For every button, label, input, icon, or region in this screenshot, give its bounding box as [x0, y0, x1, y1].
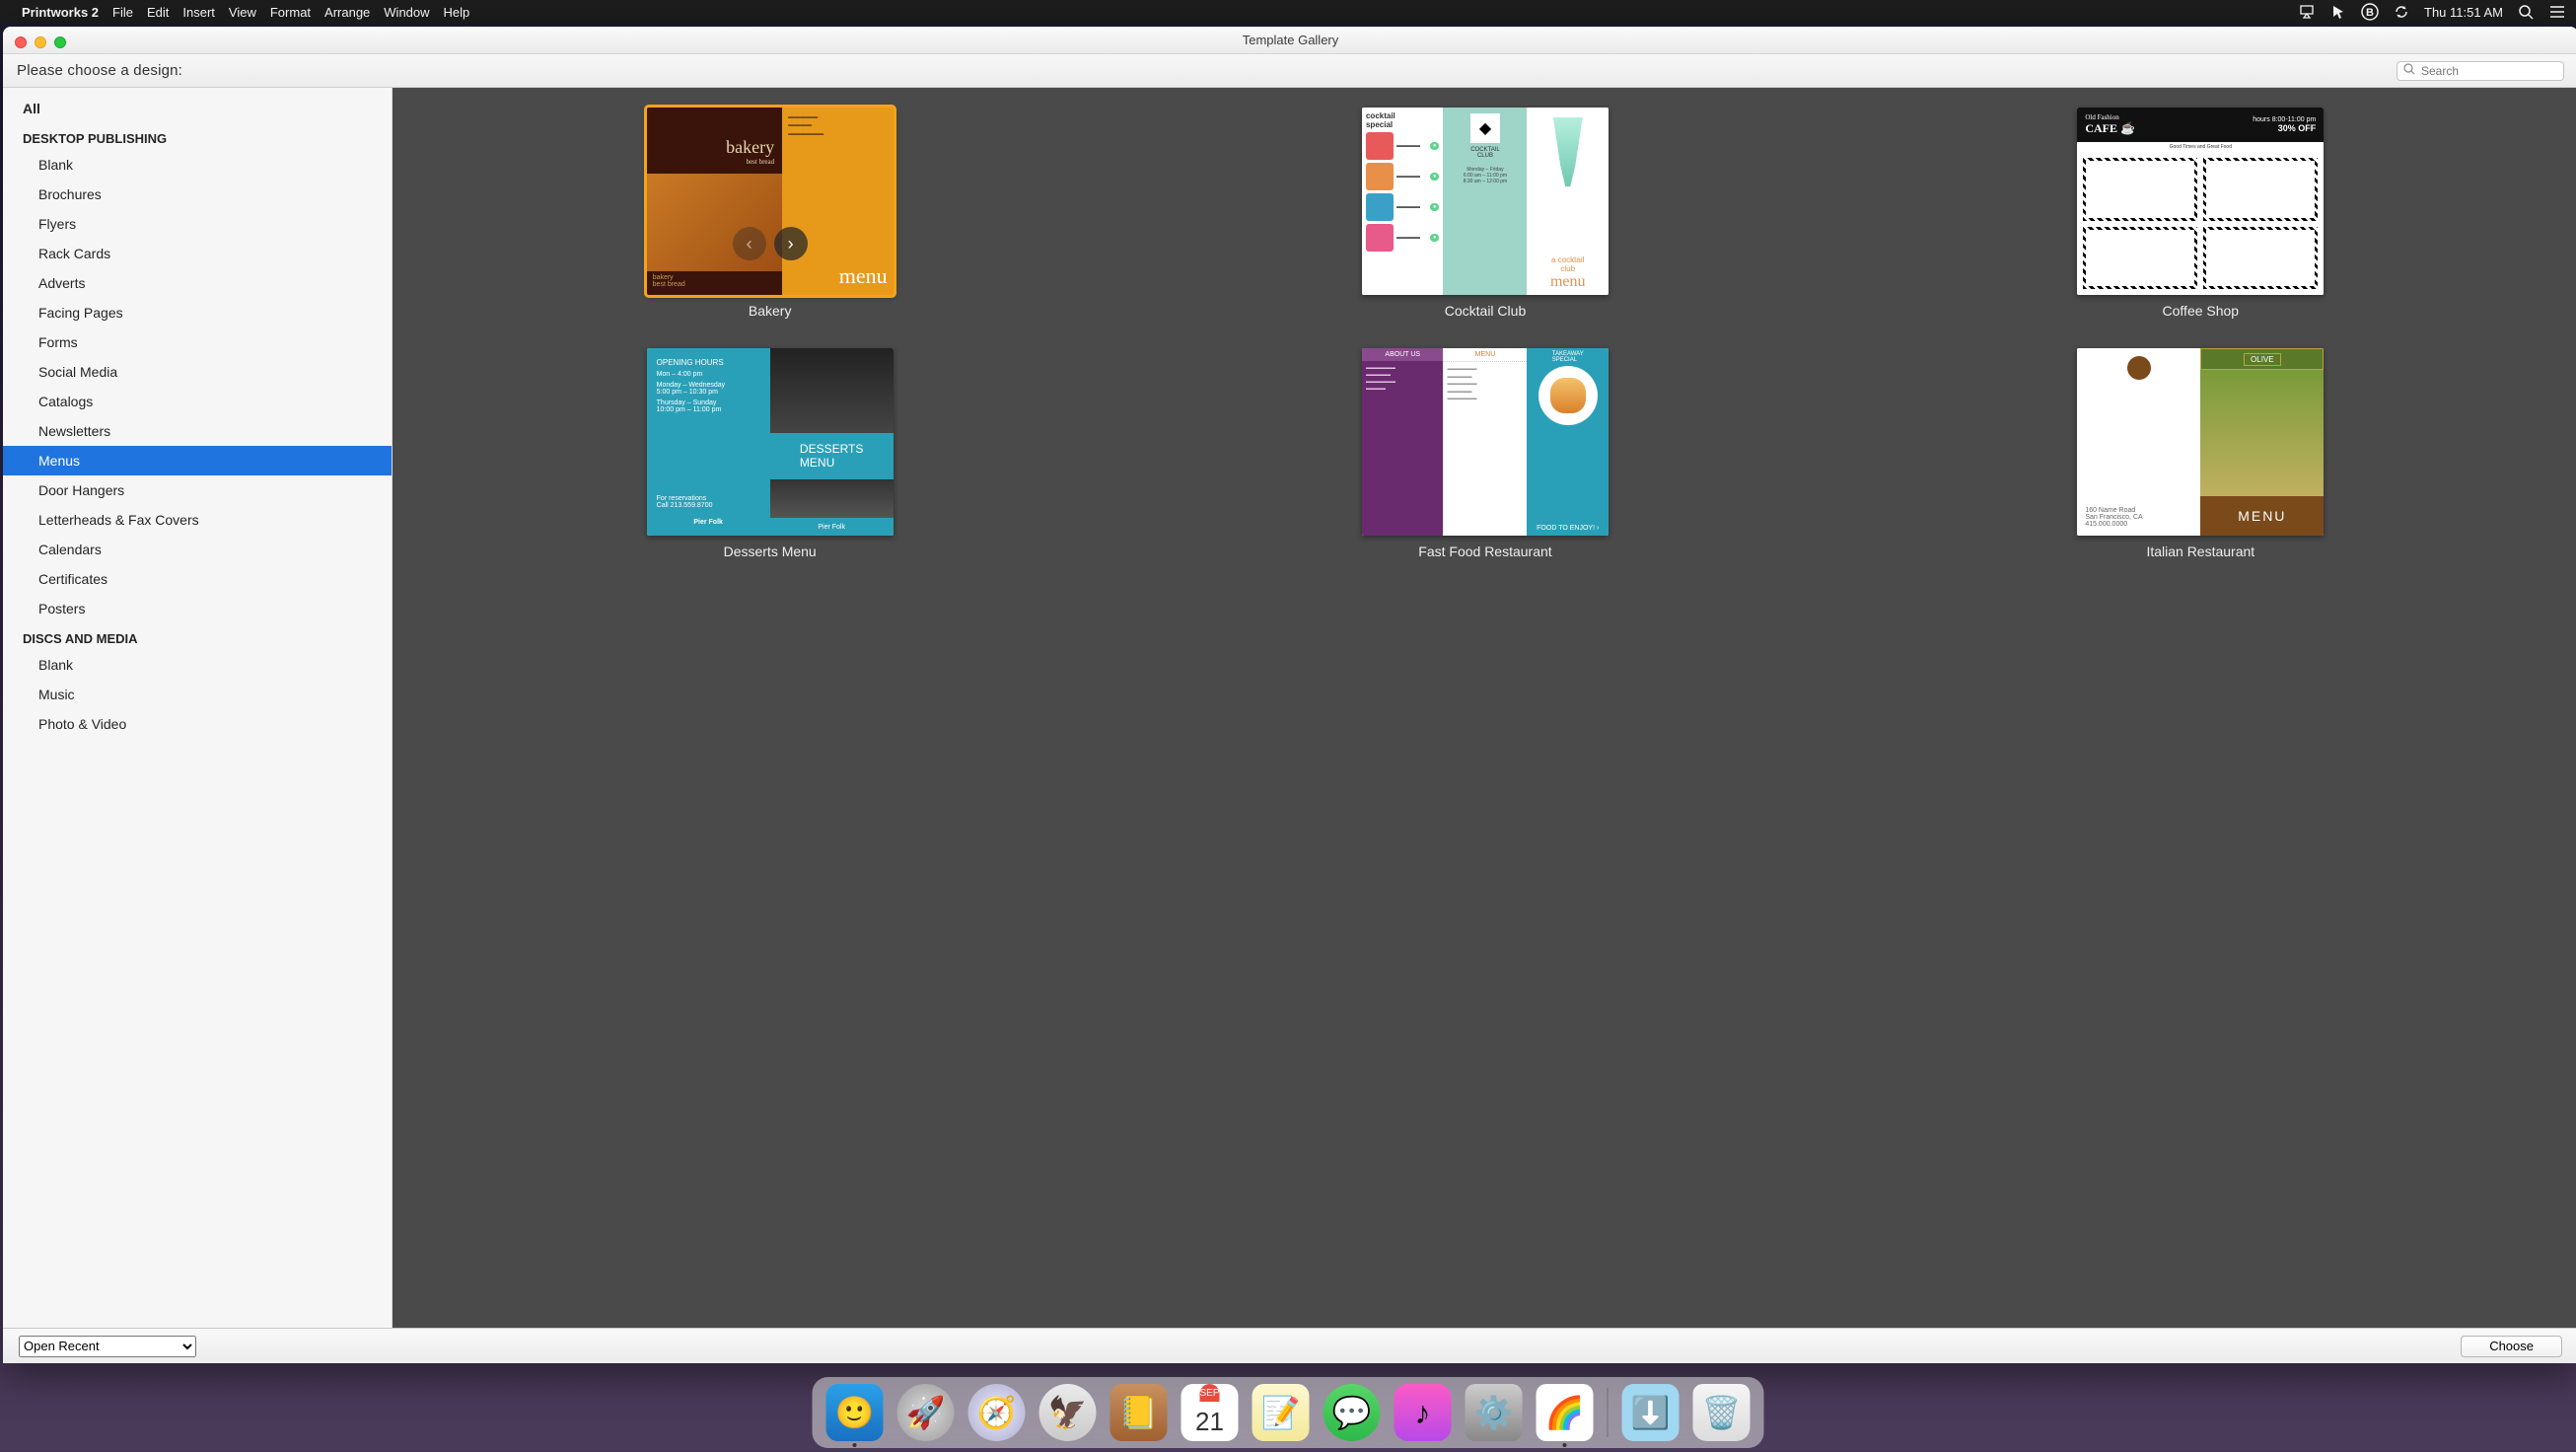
- sidebar-item-forms[interactable]: Forms: [3, 327, 392, 357]
- dock-preferences-icon[interactable]: ⚙️: [1466, 1384, 1523, 1441]
- template-label: Italian Restaurant: [2146, 544, 2254, 559]
- dock-trash-icon[interactable]: 🗑️: [1693, 1384, 1751, 1441]
- menubar-edit[interactable]: Edit: [147, 5, 169, 20]
- dock-contacts-icon[interactable]: 📒: [1110, 1384, 1168, 1441]
- dock-itunes-icon[interactable]: ♪: [1395, 1384, 1452, 1441]
- template-gallery-window: Template Gallery Please choose a design:…: [3, 27, 2576, 1363]
- template-card-desserts-menu[interactable]: OPENING HOURS Mon – 4:00 pm Monday – Wed…: [432, 348, 1108, 559]
- sidebar-item-catalogs[interactable]: Catalogs: [3, 387, 392, 416]
- template-label: Bakery: [749, 303, 792, 319]
- calendar-day: 21: [1195, 1402, 1224, 1441]
- menubar-file[interactable]: File: [112, 5, 133, 20]
- menubar-clock[interactable]: Thu 11:51 AM: [2424, 5, 2503, 20]
- sidebar-item-social-media[interactable]: Social Media: [3, 357, 392, 387]
- template-thumbnail[interactable]: 160 Name RoadSan Francisco, CA415.000.00…: [2077, 348, 2324, 536]
- template-thumbnail[interactable]: ABOUT US ▬▬▬▬▬▬▬▬▬▬▬▬▬▬▬▬▬▬▬▬▬ MENU ▬▬▬▬…: [1362, 348, 1609, 536]
- sidebar-header: DISCS AND MEDIA: [3, 623, 392, 650]
- open-recent-dropdown[interactable]: Open Recent: [19, 1336, 196, 1357]
- prev-page-button[interactable]: ‹: [733, 227, 766, 260]
- sidebar-item-facing-pages[interactable]: Facing Pages: [3, 298, 392, 327]
- next-page-button[interactable]: ›: [774, 227, 808, 260]
- menubar: Printworks 2 File Edit Insert View Forma…: [0, 0, 2576, 24]
- template-card-italian[interactable]: 160 Name RoadSan Francisco, CA415.000.00…: [1863, 348, 2539, 559]
- sidebar-header: DESKTOP PUBLISHING: [3, 123, 392, 150]
- spotlight-icon[interactable]: [2517, 3, 2535, 21]
- airplay-icon[interactable]: [2298, 3, 2316, 21]
- window-title-text: Template Gallery: [1243, 33, 1339, 47]
- menubar-help[interactable]: Help: [444, 5, 470, 20]
- template-label: Fast Food Restaurant: [1418, 544, 1551, 559]
- dock-pinwheel-icon[interactable]: 🌈: [1537, 1384, 1594, 1441]
- menubar-view[interactable]: View: [229, 5, 256, 20]
- menubar-app-name[interactable]: Printworks 2: [22, 5, 99, 20]
- dock: 🙂 🚀 🧭 🦅 📒 SEP21 📝 💬 ♪ ⚙️ 🌈 ⬇️ 🗑️: [813, 1377, 1764, 1448]
- toolbar: Please choose a design:: [3, 54, 2576, 88]
- template-card-coffee-shop[interactable]: Old FashionCAFE ☕ hours 8:00-11:00 pm30%…: [1863, 108, 2539, 319]
- dock-downloads-icon[interactable]: ⬇️: [1622, 1384, 1680, 1441]
- svg-text:B: B: [2366, 7, 2374, 19]
- template-thumbnail[interactable]: bakerybest bread bakerybest bread ▬▬▬▬▬▬…: [647, 108, 894, 295]
- menubar-insert[interactable]: Insert: [182, 5, 215, 20]
- calendar-month: SEP: [1199, 1384, 1219, 1402]
- template-gallery[interactable]: bakerybest bread bakerybest bread ▬▬▬▬▬▬…: [393, 88, 2576, 1328]
- window-title: Template Gallery: [3, 27, 2576, 54]
- template-card-fast-food[interactable]: ABOUT US ▬▬▬▬▬▬▬▬▬▬▬▬▬▬▬▬▬▬▬▬▬ MENU ▬▬▬▬…: [1147, 348, 1823, 559]
- dock-calendar-icon[interactable]: SEP21: [1181, 1384, 1239, 1441]
- template-thumbnail[interactable]: cocktailspecial ▬▬▬▬● ▬▬▬▬● ▬▬▬▬● ▬▬▬▬● …: [1362, 108, 1609, 295]
- window-footer: Open Recent Choose: [3, 1328, 2576, 1363]
- cursor-icon[interactable]: [2329, 3, 2347, 21]
- sidebar-item-music[interactable]: Music: [3, 680, 392, 709]
- template-label: Desserts Menu: [724, 544, 817, 559]
- sidebar-item-calendars[interactable]: Calendars: [3, 535, 392, 564]
- sync-icon[interactable]: [2393, 3, 2410, 21]
- dock-launchpad-icon[interactable]: 🚀: [897, 1384, 955, 1441]
- window-minimize-button[interactable]: [35, 36, 46, 48]
- sidebar-item-certificates[interactable]: Certificates: [3, 564, 392, 594]
- sidebar-item-rack-cards[interactable]: Rack Cards: [3, 239, 392, 268]
- sidebar-item-blank[interactable]: Blank: [3, 650, 392, 680]
- sidebar-item-posters[interactable]: Posters: [3, 594, 392, 623]
- dock-safari-icon[interactable]: 🧭: [968, 1384, 1026, 1441]
- sidebar-item-brochures[interactable]: Brochures: [3, 180, 392, 209]
- sidebar-item-door-hangers[interactable]: Door Hangers: [3, 475, 392, 505]
- menubar-window[interactable]: Window: [384, 5, 429, 20]
- dock-separator: [1608, 1388, 1609, 1437]
- sidebar-item-photo-video[interactable]: Photo & Video: [3, 709, 392, 739]
- dock-finder-icon[interactable]: 🙂: [826, 1384, 884, 1441]
- sidebar-item-letterheads-fax-covers[interactable]: Letterheads & Fax Covers: [3, 505, 392, 535]
- template-label: Coffee Shop: [2163, 303, 2240, 319]
- template-thumbnail[interactable]: Old FashionCAFE ☕ hours 8:00-11:00 pm30%…: [2077, 108, 2324, 295]
- sidebar-item-menus[interactable]: Menus: [3, 446, 392, 475]
- search-icon: [2403, 62, 2415, 80]
- template-thumbnail[interactable]: OPENING HOURS Mon – 4:00 pm Monday – Wed…: [647, 348, 894, 536]
- category-sidebar: AllDESKTOP PUBLISHINGBlankBrochuresFlyer…: [3, 88, 393, 1328]
- menu-list-icon[interactable]: [2548, 3, 2566, 21]
- sidebar-item-flyers[interactable]: Flyers: [3, 209, 392, 239]
- window-zoom-button[interactable]: [54, 36, 66, 48]
- choose-button[interactable]: Choose: [2461, 1336, 2562, 1357]
- status-b-icon[interactable]: B: [2361, 3, 2379, 21]
- template-card-bakery[interactable]: bakerybest bread bakerybest bread ▬▬▬▬▬▬…: [432, 108, 1108, 319]
- sidebar-item-adverts[interactable]: Adverts: [3, 268, 392, 298]
- design-prompt: Please choose a design:: [17, 62, 182, 79]
- dock-notes-icon[interactable]: 📝: [1252, 1384, 1310, 1441]
- menubar-format[interactable]: Format: [270, 5, 311, 20]
- template-label: Cocktail Club: [1445, 303, 1526, 319]
- template-card-cocktail-club[interactable]: cocktailspecial ▬▬▬▬● ▬▬▬▬● ▬▬▬▬● ▬▬▬▬● …: [1147, 108, 1823, 319]
- sidebar-item-newsletters[interactable]: Newsletters: [3, 416, 392, 446]
- search-input[interactable]: [2421, 64, 2574, 78]
- sidebar-item-blank[interactable]: Blank: [3, 150, 392, 180]
- sidebar-item-all[interactable]: All: [3, 94, 392, 123]
- menubar-arrange[interactable]: Arrange: [324, 5, 370, 20]
- window-close-button[interactable]: [15, 36, 27, 48]
- dock-mail-icon[interactable]: 🦅: [1039, 1384, 1097, 1441]
- search-field-wrap[interactable]: [2397, 61, 2564, 81]
- dock-messages-icon[interactable]: 💬: [1324, 1384, 1381, 1441]
